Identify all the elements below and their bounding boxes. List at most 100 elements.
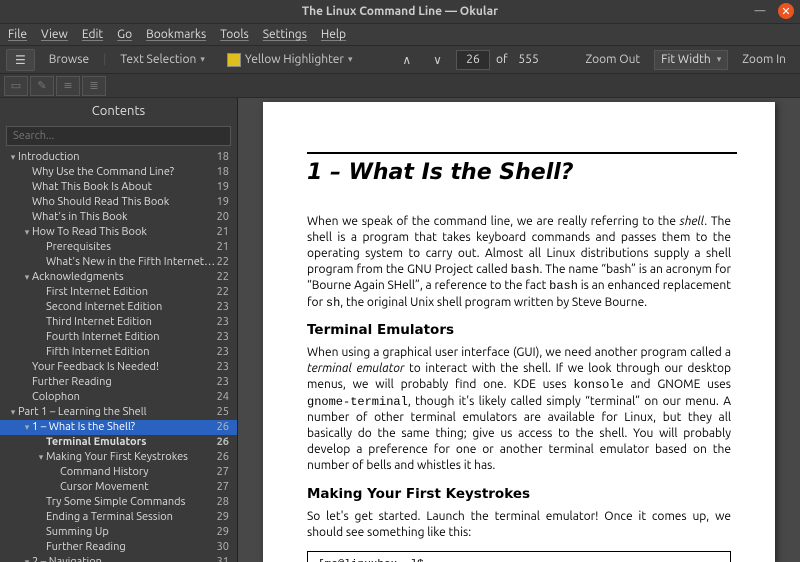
toc-item-page: 31 [217,557,229,562]
zoom-in-button[interactable]: Zoom In [734,49,794,71]
toc-item-page: 29 [217,512,229,523]
toc-item-page: 18 [217,152,229,163]
zoom-out-button[interactable]: Zoom Out [577,49,648,71]
toc-item[interactable]: Colophon24 [0,390,237,405]
toc-item[interactable]: Fourth Internet Edition23 [0,330,237,345]
toc-item-label: Why Use the Command Line? [32,167,217,178]
toc-item-page: 19 [217,197,229,208]
toc-item-page: 29 [217,527,229,538]
toc-item-page: 23 [217,347,229,358]
menu-settings[interactable]: Settings [263,28,307,41]
toc-item[interactable]: Third Internet Edition23 [0,315,237,330]
annot-tool-2[interactable]: ✎ [30,76,54,96]
toc-item[interactable]: Second Internet Edition23 [0,300,237,315]
annotation-toolbar: ▭ ✎ ≡ ≣ [0,74,800,98]
toc-item-label: Colophon [32,392,217,403]
annot-tool-3[interactable]: ≡ [56,76,80,96]
toc-item[interactable]: Prerequisites21 [0,240,237,255]
toc-item-page: 21 [217,227,229,238]
toc-item[interactable]: Further Reading23 [0,375,237,390]
toc-item[interactable]: Try Some Simple Commands28 [0,495,237,510]
sidebar-title: Contents [0,98,237,124]
menu-file[interactable]: File [8,28,27,41]
toc-search-input[interactable] [6,126,231,146]
toc-item[interactable]: Summing Up29 [0,525,237,540]
toc-item[interactable]: Who Should Read This Book19 [0,195,237,210]
toc-item-page: 22 [217,272,229,283]
toc-item[interactable]: ▾How To Read This Book21 [0,225,237,240]
toc-item[interactable]: Why Use the Command Line?18 [0,165,237,180]
toc-item-label: What's New in the Fifth Internet Ed... [46,257,217,268]
prev-page-button[interactable]: ∧ [394,49,419,71]
toc-item[interactable]: What's in This Book20 [0,210,237,225]
toc-item[interactable]: Cursor Movement27 [0,480,237,495]
toc-tree[interactable]: ▾Introduction18Why Use the Command Line?… [0,150,237,562]
body-paragraph: When using a graphical user interface (G… [307,345,731,475]
toc-item[interactable]: What This Book Is About19 [0,180,237,195]
toc-item[interactable]: Command History27 [0,465,237,480]
toc-item[interactable]: What's New in the Fifth Internet Ed...22 [0,255,237,270]
toc-item-label: Acknowledgments [32,272,217,283]
expand-arrow-icon[interactable]: ▾ [22,423,32,432]
toc-item-label: Third Internet Edition [46,317,217,328]
menu-go[interactable]: Go [117,28,132,41]
toc-item-label: Try Some Simple Commands [46,497,217,508]
toc-item-page: 22 [217,287,229,298]
toc-item-label: Further Reading [32,377,217,388]
expand-arrow-icon[interactable]: ▾ [36,453,46,462]
toc-item[interactable]: Ending a Terminal Session29 [0,510,237,525]
toc-item-label: Introduction [18,152,217,163]
page-number-input[interactable] [456,50,490,70]
window-title: The Linux Command Line — Okular [302,5,498,18]
toc-item[interactable]: ▾Acknowledgments22 [0,270,237,285]
zoom-mode-select[interactable]: Fit Width▾ [654,50,728,70]
highlighter-button[interactable]: Yellow Highlighter ▾ [219,49,361,71]
toc-item-page: 20 [217,212,229,223]
toc-item[interactable]: ▾Part 1 – Learning the Shell25 [0,405,237,420]
menu-help[interactable]: Help [321,28,346,41]
menu-tools[interactable]: Tools [220,28,249,41]
toc-item[interactable]: Terminal Emulators26 [0,435,237,450]
expand-arrow-icon[interactable]: ▾ [8,408,18,417]
toc-item[interactable]: First Internet Edition22 [0,285,237,300]
toc-item[interactable]: Fifth Internet Edition23 [0,345,237,360]
toc-item-label: Second Internet Edition [46,302,217,313]
document-view[interactable]: 1 – What Is the Shell? When we speak of … [238,98,800,562]
expand-arrow-icon[interactable]: ▾ [22,228,32,237]
close-button[interactable]: ✕ [778,3,794,19]
annot-tool-4[interactable]: ≣ [82,76,106,96]
toc-item-label: Making Your First Keystrokes [46,452,217,463]
toc-item[interactable]: ▾Introduction18 [0,150,237,165]
expand-arrow-icon[interactable]: ▾ [22,558,32,562]
toc-item[interactable]: Your Feedback Is Needed!23 [0,360,237,375]
expand-arrow-icon[interactable]: ▾ [22,273,32,282]
titlebar: The Linux Command Line — Okular — ✕ [0,0,800,24]
minimize-button[interactable]: — [752,3,768,19]
toc-item-label: Summing Up [46,527,217,538]
toc-item-page: 22 [217,257,229,268]
toc-item-page: 23 [217,377,229,388]
sidebar: Contents ▾Introduction18Why Use the Comm… [0,98,238,562]
toc-item-label: Cursor Movement [60,482,217,493]
menu-edit[interactable]: Edit [82,28,103,41]
toc-item[interactable]: ▾Making Your First Keystrokes26 [0,450,237,465]
toc-item-page: 25 [217,407,229,418]
page-heading: 1 – What Is the Shell? [307,152,737,188]
next-page-button[interactable]: ∨ [425,49,450,71]
browse-button[interactable]: Browse [41,49,97,71]
toc-item-label: Fourth Internet Edition [46,332,217,343]
annot-tool-1[interactable]: ▭ [4,76,28,96]
menu-bookmarks[interactable]: Bookmarks [146,28,206,41]
sidebar-toggle-button[interactable]: ☰ [6,49,35,71]
text-selection-button[interactable]: Text Selection ▾ [112,49,213,71]
main-toolbar: ☰ Browse | Text Selection ▾ Yellow Highl… [0,46,800,74]
toc-item[interactable]: ▾1 – What Is the Shell?26 [0,420,237,435]
toc-item-page: 23 [217,362,229,373]
chevron-down-icon: ▾ [200,54,205,65]
toc-item-page: 23 [217,302,229,313]
menubar: File View Edit Go Bookmarks Tools Settin… [0,24,800,46]
menu-view[interactable]: View [41,28,68,41]
toc-item[interactable]: Further Reading30 [0,540,237,555]
expand-arrow-icon[interactable]: ▾ [8,153,18,162]
toc-item[interactable]: ▾2 – Navigation31 [0,555,237,562]
